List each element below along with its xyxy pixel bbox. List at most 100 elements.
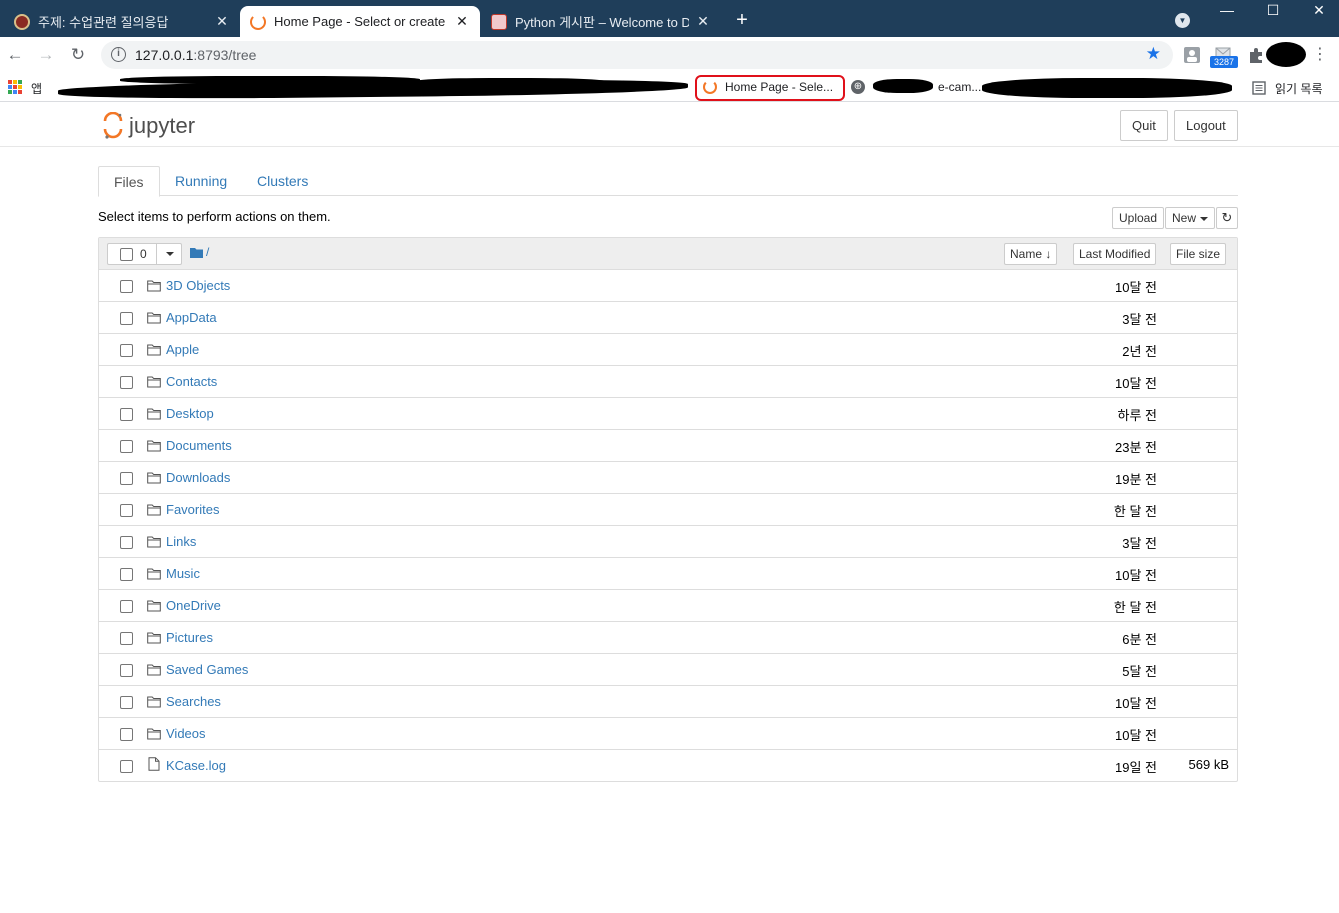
row-checkbox[interactable] — [120, 600, 133, 613]
row-checkbox[interactable] — [120, 408, 133, 421]
row-checkbox[interactable] — [120, 568, 133, 581]
row-checkbox[interactable] — [120, 632, 133, 645]
file-row[interactable]: Music 10달 전 — [99, 558, 1237, 590]
file-name-link[interactable]: Links — [166, 534, 196, 549]
row-checkbox[interactable] — [120, 696, 133, 709]
browser-tab-3[interactable]: Python 게시판 – Welcome to Dr ✕ — [481, 6, 721, 37]
close-tab-icon[interactable]: ✕ — [214, 13, 230, 30]
file-row[interactable]: Videos 10달 전 — [99, 718, 1237, 750]
file-name-link[interactable]: AppData — [166, 310, 217, 325]
file-row[interactable]: 3D Objects 10달 전 — [99, 270, 1237, 302]
name-column-label: Name — [1010, 247, 1043, 261]
minimize-icon[interactable]: — — [1204, 0, 1250, 24]
new-tab-button[interactable]: + — [732, 8, 752, 32]
file-row[interactable]: Apple 2년 전 — [99, 334, 1237, 366]
logout-button[interactable]: Logout — [1174, 110, 1238, 141]
file-row[interactable]: Favorites 한 달 전 — [99, 494, 1237, 526]
file-row[interactable]: Searches 10달 전 — [99, 686, 1237, 718]
row-checkbox[interactable] — [120, 728, 133, 741]
quit-button[interactable]: Quit — [1120, 110, 1168, 141]
profile-avatar[interactable] — [1266, 42, 1306, 67]
reload-icon[interactable]: ↻ — [66, 43, 90, 67]
new-dropdown-button[interactable]: New — [1165, 207, 1216, 229]
ecampus-bookmark-label[interactable]: e-cam... — [938, 80, 981, 94]
arrow-down-icon: ↓ — [1045, 247, 1052, 261]
tab-clusters[interactable]: Clusters — [242, 166, 323, 196]
file-name-link[interactable]: Contacts — [166, 374, 217, 389]
file-row[interactable]: KCase.log 19일 전 569 kB — [99, 750, 1237, 782]
forward-arrow-icon[interactable]: → — [34, 43, 58, 67]
close-tab-icon[interactable]: ✕ — [454, 13, 470, 30]
extension-profile-icon[interactable] — [1183, 46, 1201, 64]
file-row[interactable]: Saved Games 5달 전 — [99, 654, 1237, 686]
apps-bookmark-label[interactable]: 앱 — [31, 80, 42, 97]
close-tab-icon[interactable]: ✕ — [695, 13, 711, 30]
file-row[interactable]: Desktop 하루 전 — [99, 398, 1237, 430]
folder-icon — [147, 696, 161, 708]
row-checkbox[interactable] — [120, 472, 133, 485]
file-name-link[interactable]: Searches — [166, 694, 221, 709]
redacted-bookmarks — [120, 76, 420, 84]
file-row[interactable]: Links 3달 전 — [99, 526, 1237, 558]
file-name-link[interactable]: Downloads — [166, 470, 230, 485]
redacted-bookmarks — [410, 78, 610, 88]
file-name-link[interactable]: Videos — [166, 726, 206, 741]
file-name-link[interactable]: Music — [166, 566, 200, 581]
browser-tab-1[interactable]: 주제: 수업관련 질의응답 ✕ — [4, 6, 240, 37]
sort-file-size-button[interactable]: File size — [1170, 243, 1227, 265]
file-name-link[interactable]: Favorites — [166, 502, 219, 517]
tab-running[interactable]: Running — [160, 166, 242, 196]
select-all-checkbox[interactable] — [120, 248, 133, 261]
file-name-link[interactable]: Pictures — [166, 630, 213, 645]
jupyter-logo[interactable]: jupyter — [102, 112, 217, 140]
file-name-link[interactable]: OneDrive — [166, 598, 221, 613]
row-checkbox[interactable] — [120, 312, 133, 325]
file-list: 0 / Name ↓ Last Modified File size 3D Ob… — [98, 237, 1238, 782]
file-row[interactable]: Downloads 19분 전 — [99, 462, 1237, 494]
browser-tab-2[interactable]: Home Page - Select or create a ✕ — [240, 6, 480, 37]
maximize-icon[interactable]: ☐ — [1250, 0, 1296, 24]
site-info-icon[interactable]: i — [111, 47, 126, 62]
browser-tab-title: 주제: 수업관련 질의응답 — [38, 15, 169, 30]
row-checkbox[interactable] — [120, 536, 133, 549]
tab-search-icon[interactable]: ▼ — [1175, 13, 1190, 28]
sort-name-button[interactable]: Name ↓ — [1004, 243, 1058, 265]
row-checkbox[interactable] — [120, 440, 133, 453]
close-window-icon[interactable]: ✕ — [1296, 0, 1339, 24]
back-arrow-icon[interactable]: ← — [3, 43, 27, 67]
menu-kebab-icon[interactable]: ⋮ — [1308, 43, 1332, 67]
file-name-link[interactable]: Saved Games — [166, 662, 248, 677]
jupyter-bookmark-label[interactable]: Home Page - Sele... — [725, 80, 833, 94]
extensions-puzzle-icon[interactable] — [1247, 46, 1265, 64]
home-folder-icon[interactable] — [190, 247, 203, 258]
row-checkbox[interactable] — [120, 344, 133, 357]
refresh-button[interactable]: ↻ — [1216, 207, 1238, 229]
row-checkbox[interactable] — [120, 280, 133, 293]
row-checkbox[interactable] — [120, 376, 133, 389]
file-name-link[interactable]: 3D Objects — [166, 278, 230, 293]
upload-button[interactable]: Upload — [1112, 207, 1165, 229]
breadcrumb-separator[interactable]: / — [206, 245, 209, 259]
file-name-link[interactable]: KCase.log — [166, 758, 226, 773]
select-all-group[interactable]: 0 — [107, 243, 182, 265]
address-bar[interactable]: i 127.0.0.1:8793/tree ★ — [101, 41, 1173, 69]
bookmark-star-icon[interactable]: ★ — [1146, 44, 1161, 64]
file-row[interactable]: Pictures 6분 전 — [99, 622, 1237, 654]
file-name-link[interactable]: Apple — [166, 342, 199, 357]
file-row[interactable]: AppData 3달 전 — [99, 302, 1237, 334]
reading-list-label[interactable]: 읽기 목록 — [1275, 80, 1323, 97]
row-checkbox[interactable] — [120, 664, 133, 677]
row-checkbox[interactable] — [120, 504, 133, 517]
last-modified: 3달 전 — [1122, 536, 1157, 551]
apps-grid-icon[interactable] — [8, 80, 22, 94]
file-name-link[interactable]: Documents — [166, 438, 232, 453]
select-menu-dropdown[interactable] — [156, 244, 182, 264]
file-row[interactable]: Documents 23분 전 — [99, 430, 1237, 462]
file-name-link[interactable]: Desktop — [166, 406, 214, 421]
row-checkbox[interactable] — [120, 760, 133, 773]
url-text[interactable]: 127.0.0.1:8793/tree — [135, 47, 256, 63]
file-row[interactable]: OneDrive 한 달 전 — [99, 590, 1237, 622]
sort-last-modified-button[interactable]: Last Modified — [1073, 243, 1157, 265]
file-row[interactable]: Contacts 10달 전 — [99, 366, 1237, 398]
tab-files[interactable]: Files — [98, 166, 160, 197]
